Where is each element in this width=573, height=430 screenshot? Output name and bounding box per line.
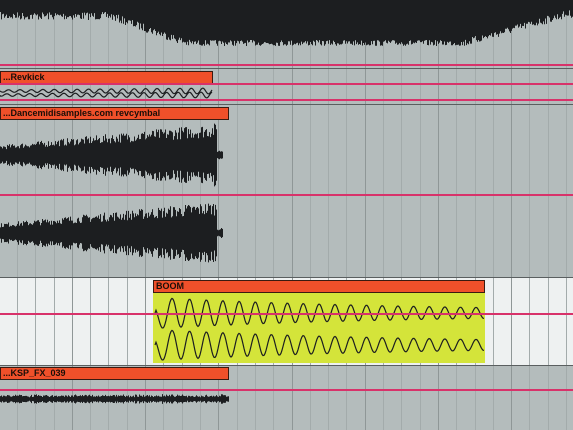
track-lane-boom[interactable]: BOOM (0, 278, 573, 365)
waveform-channel-right (154, 329, 485, 361)
waveform-channel-right (0, 203, 223, 263)
loop-line (0, 64, 573, 66)
track-lane-revkick[interactable]: ...Revkick (0, 69, 573, 104)
loop-line (0, 83, 573, 85)
loop-line (0, 313, 573, 315)
loop-line (0, 389, 573, 391)
waveform-body (0, 394, 229, 404)
track-lane-revcymbal[interactable]: ...Dancemidisamples.com revcymbal (0, 105, 573, 277)
waveform-body (0, 0, 573, 46)
waveform-revcymbal (0, 123, 223, 263)
waveform-ksp (0, 394, 229, 404)
waveform-top (0, 0, 573, 46)
arrangement-view: ...Revkick ...Dancemidisamples.com revcy… (0, 0, 573, 430)
loop-line (0, 99, 573, 101)
track-lane-top[interactable] (0, 0, 573, 68)
loop-line (0, 194, 573, 196)
waveform-boom (154, 297, 485, 361)
track-lane-ksp[interactable]: ...KSP_FX_039 (0, 366, 573, 430)
waveform-channel-left (0, 123, 223, 187)
waveform-trace (0, 87, 213, 95)
